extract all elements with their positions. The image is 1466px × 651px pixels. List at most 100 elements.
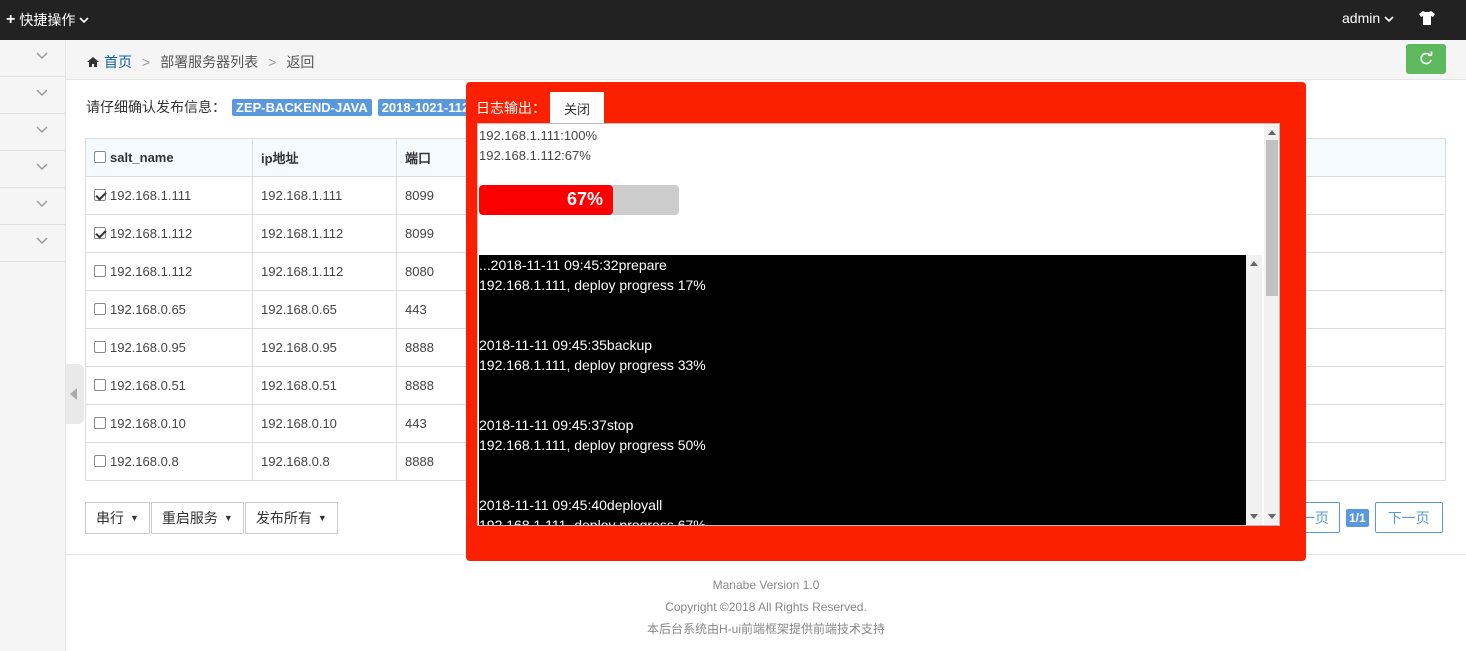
top-navbar: + 快捷操作 admin (0, 0, 1466, 40)
cell-salt-name[interactable]: 192.168.0.65 (85, 290, 253, 329)
cell-ip: 192.168.0.8 (252, 442, 397, 481)
status-line: 192.168.1.111:100% (479, 128, 598, 143)
chevron-down-icon (36, 89, 48, 96)
console-line: 2018-11-11 09:45:37stop (479, 417, 634, 433)
cell-ip: 192.168.1.112 (252, 252, 397, 291)
breadcrumb-server-list: 部署服务器列表 (160, 54, 259, 70)
cell-salt-name[interactable]: 192.168.0.95 (85, 328, 253, 367)
skin-shirt-icon[interactable] (1418, 10, 1436, 26)
cell-ip: 192.168.0.51 (252, 366, 397, 405)
scrollbar-thumb[interactable] (1266, 140, 1278, 296)
publish-all-dropdown[interactable]: 发布所有 ▼ (244, 502, 338, 534)
breadcrumb-home-label: 首页 (104, 54, 132, 70)
sidebar-item[interactable] (0, 151, 65, 188)
console-line: 192.168.1.111, deploy progress 33% (479, 357, 706, 373)
row-checkbox[interactable] (94, 417, 106, 429)
footer-version: Manabe Version 1.0 (712, 578, 820, 592)
cell-ip: 192.168.0.95 (252, 328, 397, 367)
action-buttons: 串行 ▼ 重启服务 ▼ 发布所有 ▼ (85, 502, 339, 534)
console-line: 192.168.1.111, deploy progress 50% (479, 437, 706, 453)
sidebar-item[interactable] (0, 114, 65, 151)
select-all-checkbox[interactable] (94, 151, 106, 163)
console-line: 2018-11-11 09:45:35backup (479, 337, 653, 353)
sidebar (0, 40, 66, 651)
chevron-down-icon (36, 200, 48, 207)
console-line: 2018-11-11 09:45:40deployall (479, 497, 663, 513)
scroll-up-icon[interactable] (1268, 130, 1276, 135)
chevron-down-icon (36, 52, 48, 59)
sidebar-item[interactable] (0, 225, 65, 262)
log-panel[interactable]: 192.168.1.111:100% 192.168.1.112:67% 67%… (477, 123, 1280, 526)
quick-ops-menu[interactable]: + 快捷操作 (6, 10, 89, 30)
sidebar-item[interactable] (0, 188, 65, 225)
cell-ip: 192.168.0.65 (252, 290, 397, 329)
cell-salt-name[interactable]: 192.168.1.112 (85, 214, 253, 253)
breadcrumb-separator: > (142, 54, 151, 70)
progress-fill: 67% (479, 185, 613, 215)
cell-salt-name[interactable]: 192.168.0.8 (85, 442, 253, 481)
log-panel-scrollbar[interactable] (1264, 124, 1279, 525)
chevron-down-icon (36, 237, 48, 244)
row-checkbox[interactable] (94, 303, 106, 315)
caret-down-icon: ▼ (223, 513, 233, 523)
quick-ops-label: 快捷操作 (19, 12, 76, 28)
pagination: 一页 1/1 下一页 (1290, 502, 1443, 533)
deploy-progress-bar: 67% (479, 185, 679, 215)
cell-salt-name[interactable]: 192.168.0.51 (85, 366, 253, 405)
progress-text: 67% (566, 189, 603, 209)
user-menu[interactable]: admin (1342, 10, 1394, 26)
footer: Manabe Version 1.0 Copyright ©2018 All R… (66, 574, 1466, 640)
chevron-down-icon (36, 126, 48, 133)
publish-info: 请仔细确认发布信息： ZEP-BACKEND-JAVA 2018-1021-11… (86, 97, 481, 117)
home-icon (87, 57, 99, 67)
sidebar-collapse-toggle[interactable] (66, 364, 84, 424)
cell-salt-name[interactable]: 192.168.1.112 (85, 252, 253, 291)
console-output[interactable]: ...2018-11-11 09:45:32prepare 192.168.1.1… (479, 255, 1246, 525)
breadcrumb-separator: > (268, 54, 277, 70)
chevron-down-icon (1384, 16, 1394, 23)
console-line: 192.168.1.111, deploy progress 67% (479, 517, 706, 525)
footer-copyright: Copyright ©2018 All Rights Reserved. (665, 600, 867, 614)
row-checkbox[interactable] (94, 341, 106, 353)
row-checkbox[interactable] (94, 265, 106, 277)
sidebar-item[interactable] (0, 40, 65, 77)
footer-support: 本后台系统由H-ui前端框架提供前端技术支持 (646, 622, 885, 636)
row-checkbox[interactable] (94, 189, 106, 201)
close-button[interactable]: 关闭 (550, 92, 604, 124)
cell-salt-name[interactable]: 192.168.1.111 (85, 176, 253, 215)
row-checkbox[interactable] (94, 227, 106, 239)
sidebar-item[interactable] (0, 77, 65, 114)
page-indicator: 1/1 (1346, 508, 1369, 527)
breadcrumb-home[interactable]: 首页 (86, 52, 132, 72)
caret-down-icon: ▼ (317, 513, 327, 523)
console-lines: ...2018-11-11 09:45:32prepare 192.168.1.1… (479, 255, 706, 525)
caret-down-icon: ▼ (130, 513, 139, 523)
scroll-up-icon[interactable] (1250, 261, 1258, 266)
chevron-left-icon (70, 388, 77, 400)
next-page-button[interactable]: 下一页 (1374, 502, 1443, 533)
chevron-down-icon (36, 163, 48, 170)
scroll-down-icon[interactable] (1250, 514, 1258, 519)
refresh-button[interactable] (1406, 44, 1446, 74)
log-output-label: 日志输出： (476, 100, 546, 116)
row-checkbox[interactable] (94, 455, 106, 467)
refresh-icon (1420, 51, 1433, 65)
user-name: admin (1342, 10, 1381, 26)
restart-service-dropdown[interactable]: 重启服务 ▼ (150, 502, 244, 534)
version-tag: 2018-1021-1128 (377, 98, 481, 116)
cell-salt-name[interactable]: 192.168.0.10 (85, 404, 253, 443)
serial-dropdown[interactable]: 串行 ▼ (85, 502, 150, 534)
publish-info-label: 请仔细确认发布信息： (86, 99, 226, 115)
col-salt-name[interactable]: salt_name (85, 138, 253, 177)
console-scrollbar[interactable] (1246, 255, 1262, 525)
row-checkbox[interactable] (94, 379, 106, 391)
scroll-down-icon[interactable] (1268, 514, 1276, 519)
console-line: 192.168.1.111, deploy progress 17% (479, 277, 706, 293)
breadcrumb: 首页 > 部署服务器列表 > 返回 (86, 52, 314, 72)
breadcrumb-back[interactable]: 返回 (286, 52, 314, 72)
